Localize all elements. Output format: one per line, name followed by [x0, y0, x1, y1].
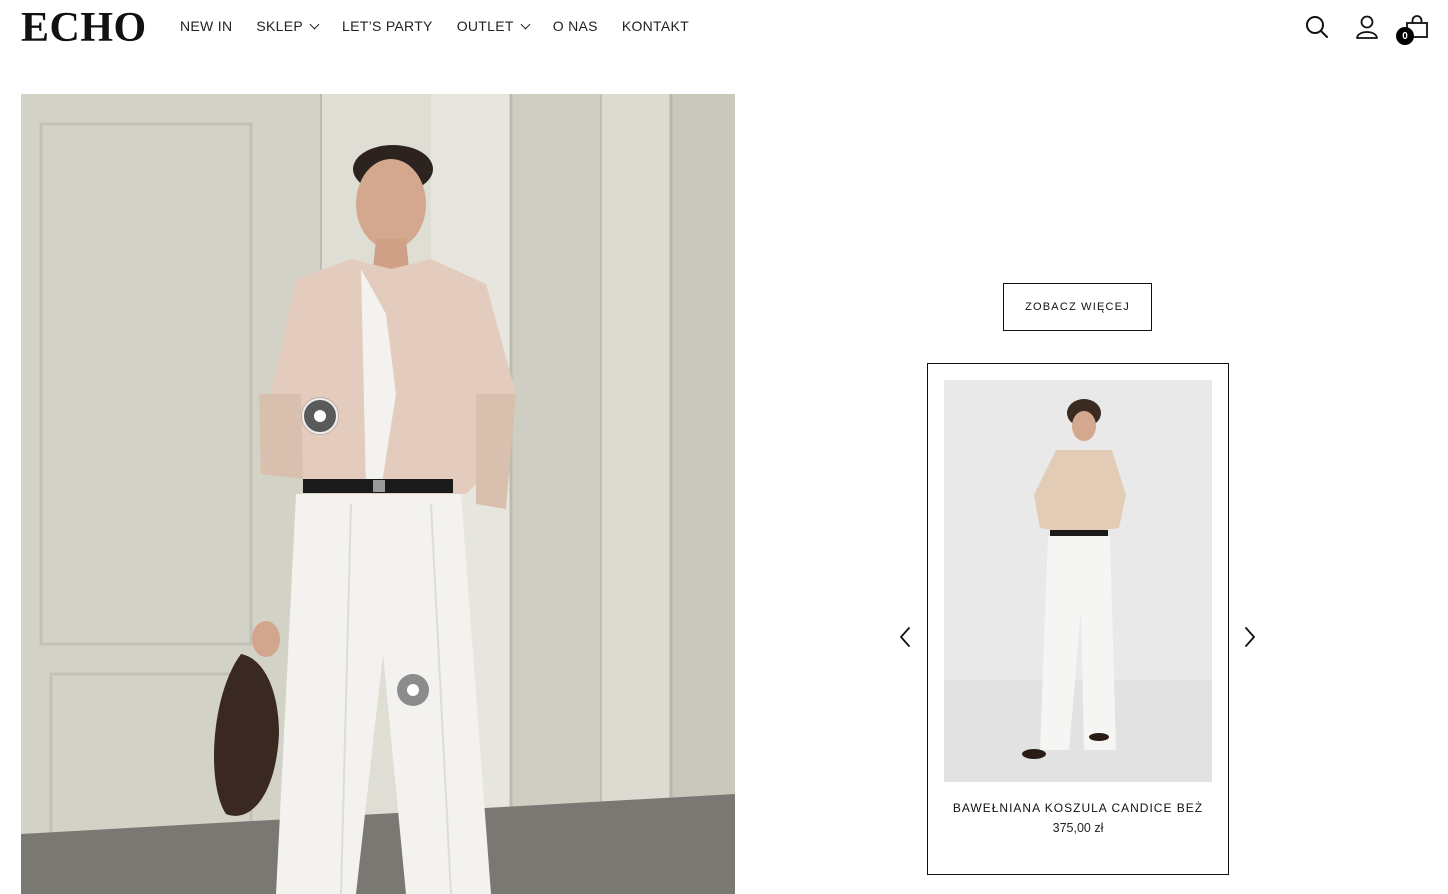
nav-item-o-nas[interactable]: O NAS — [553, 18, 598, 34]
cart-count-badge: 0 — [1396, 27, 1414, 45]
nav-item-label: OUTLET — [456, 18, 514, 34]
account-icon[interactable] — [1354, 14, 1380, 40]
product-card[interactable]: BAWEŁNIANA KOSZULA CANDICE BEŻ 375,00 zł — [927, 363, 1229, 875]
nav-item-label: O NAS — [552, 18, 598, 34]
nav-item-sklep[interactable]: SKLEP — [256, 18, 320, 34]
lookbook-image — [21, 94, 735, 894]
nav-item-label: NEW IN — [180, 18, 233, 34]
nav-item-kontakt[interactable]: KONTAKT — [622, 18, 689, 34]
chevron-left-icon[interactable] — [894, 624, 918, 650]
brand-logo[interactable]: ECHO — [21, 6, 147, 50]
product-title[interactable]: BAWEŁNIANA KOSZULA CANDICE BEŻ — [928, 801, 1228, 815]
nav-item-outlet[interactable]: OUTLET — [456, 18, 531, 34]
site-header: ECHO NEW IN SKLEP LET’S PARTY OUTLET O N… — [0, 0, 1448, 56]
chevron-right-icon[interactable] — [1237, 624, 1261, 650]
header-actions: 0 — [1304, 14, 1430, 45]
chevron-down-icon — [520, 19, 531, 29]
chevron-down-icon — [309, 19, 320, 29]
hotspot-dot — [407, 684, 419, 696]
see-more-button[interactable]: ZOBACZ WIĘCEJ — [1003, 283, 1152, 331]
product-image[interactable] — [944, 380, 1212, 782]
nav-item-new-in[interactable]: NEW IN — [180, 18, 232, 34]
search-icon[interactable] — [1304, 14, 1330, 40]
shopping-bag-icon[interactable]: 0 — [1396, 14, 1430, 45]
nav-item-label: SKLEP — [256, 18, 303, 34]
hotspot-trousers[interactable] — [397, 674, 429, 706]
product-price: 375,00 zł — [1052, 821, 1104, 835]
nav-item-label: KONTAKT — [621, 18, 689, 34]
hotspot-shirt[interactable] — [302, 398, 338, 434]
nav-item-lets-party[interactable]: LET’S PARTY — [342, 18, 433, 34]
main-nav: NEW IN SKLEP LET’S PARTY OUTLET O NAS KO… — [180, 18, 689, 34]
nav-item-label: LET’S PARTY — [342, 18, 433, 34]
hotspot-dot — [314, 410, 326, 422]
